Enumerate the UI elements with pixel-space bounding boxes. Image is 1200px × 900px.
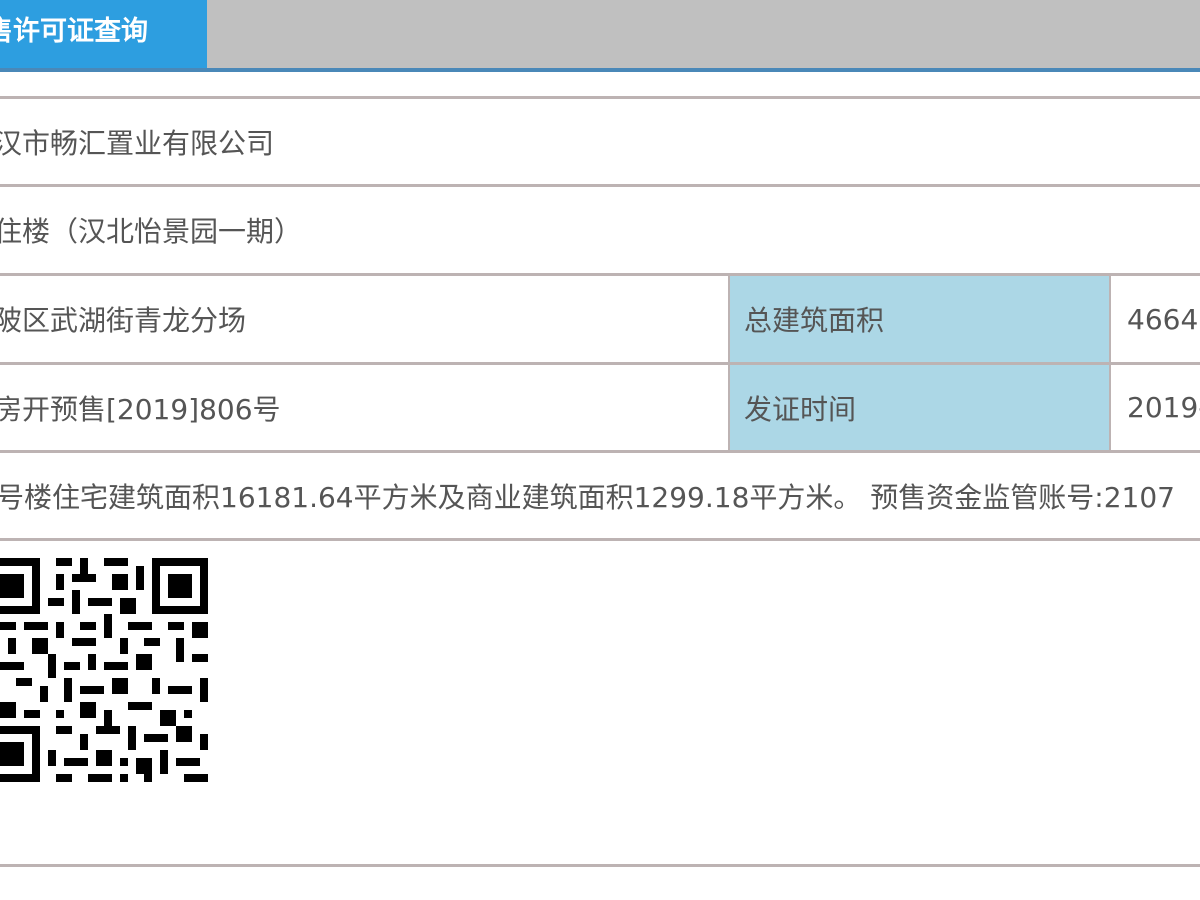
remark-text: 号楼住宅建筑面积16181.64平方米及商业建筑面积1299.18平方米。 预售… [0,480,1175,514]
project-name: 住楼（汉北怡景园一期） [0,215,303,248]
developer-name: 汉市畅汇置业有限公司 [0,126,275,160]
issue-date-label: 发证时间 [728,365,1111,450]
total-area-value: 46642 [1127,302,1200,336]
row-divider [0,864,1200,867]
license-query-page: 售许可证查询 汉市畅汇置业有限公司 住楼（汉北怡景园一期） 陂区武湖街青龙分场 … [0,0,1200,900]
total-area-label: 总建筑面积 [728,276,1111,362]
issue-date-value: 2019- [1127,391,1200,424]
license-info-table: 汉市畅汇置业有限公司 住楼（汉北怡景园一期） 陂区武湖街青龙分场 总建筑面积 4… [0,0,1200,900]
permit-number: 房开预售[2019]806号 [0,392,281,426]
row-divider [0,538,1200,541]
qr-code-image [0,558,208,782]
project-location: 陂区武湖街青龙分场 [0,304,247,337]
